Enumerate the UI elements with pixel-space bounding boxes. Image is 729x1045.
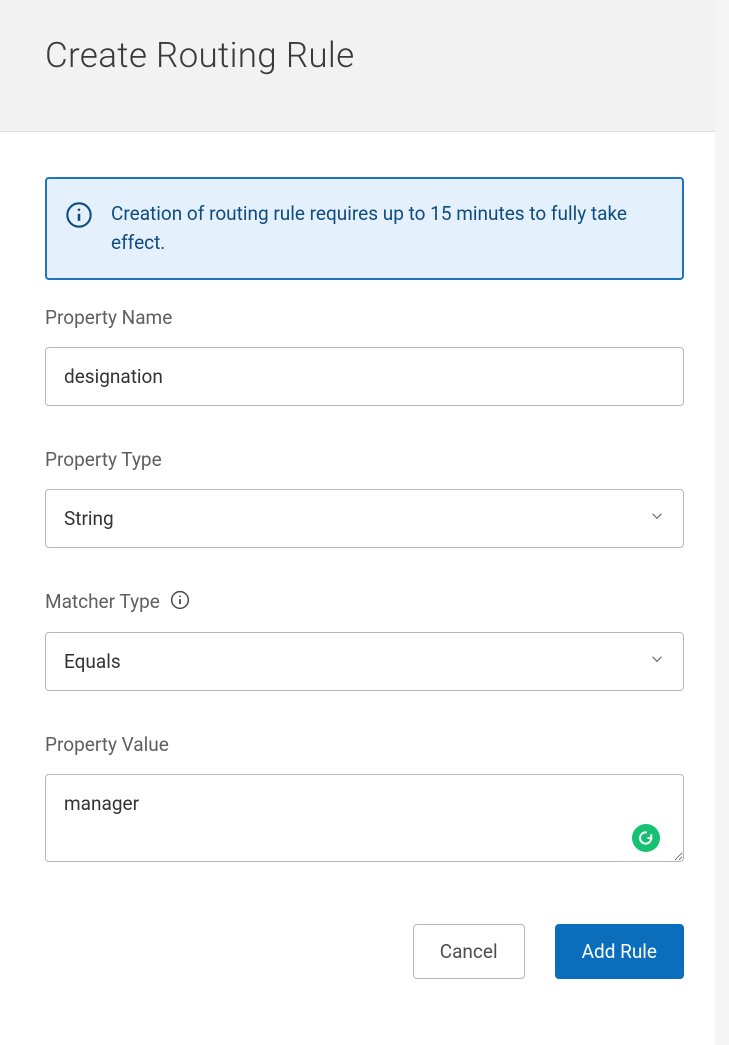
property-name-label: Property Name xyxy=(45,306,172,329)
property-value-label: Property Value xyxy=(45,733,169,756)
matcher-type-select[interactable]: Equals xyxy=(45,632,684,691)
property-value-field: Property Value xyxy=(45,733,684,866)
property-name-field: Property Name xyxy=(45,306,684,406)
grammarly-icon[interactable] xyxy=(632,824,660,852)
info-message: Creation of routing rule requires up to … xyxy=(111,199,662,258)
info-icon[interactable] xyxy=(170,590,190,614)
matcher-type-label: Matcher Type xyxy=(45,590,160,613)
page-title: Create Routing Rule xyxy=(45,35,684,76)
scrollbar-track[interactable] xyxy=(715,0,729,1045)
property-type-label: Property Type xyxy=(45,448,162,471)
property-type-select[interactable]: String xyxy=(45,489,684,548)
button-row: Cancel Add Rule xyxy=(45,924,684,979)
info-icon xyxy=(65,199,93,233)
property-type-field: Property Type String xyxy=(45,448,684,548)
info-banner: Creation of routing rule requires up to … xyxy=(45,177,684,280)
cancel-button[interactable]: Cancel xyxy=(413,924,525,979)
matcher-type-field: Matcher Type Equals xyxy=(45,590,684,691)
property-name-input[interactable] xyxy=(45,347,684,406)
dialog-header: Create Routing Rule xyxy=(0,0,729,132)
add-rule-button[interactable]: Add Rule xyxy=(555,924,684,979)
property-value-input[interactable] xyxy=(45,774,684,862)
dialog-content: Creation of routing rule requires up to … xyxy=(0,132,729,1017)
